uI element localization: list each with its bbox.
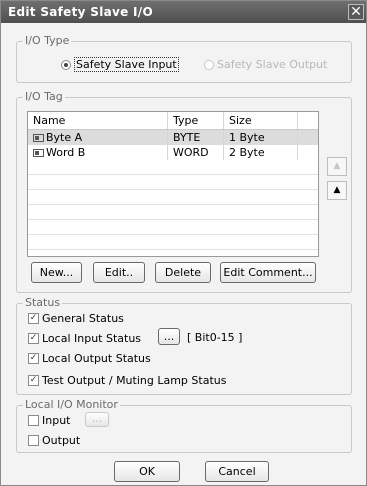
- monitor-output-label: Output: [42, 434, 81, 447]
- monitor-legend: Local I/O Monitor: [23, 398, 120, 411]
- radio-unselected-icon: [204, 59, 214, 70]
- bit-select-button[interactable]: ...: [158, 328, 180, 345]
- local-input-status-checkbox[interactable]: ✓ Local Input Status: [28, 332, 141, 345]
- window-title: Edit Safety Slave I/O: [8, 5, 153, 19]
- check-icon: ✓: [28, 353, 39, 364]
- empty-row: [28, 235, 318, 250]
- empty-row: [28, 160, 318, 175]
- dialog-window: Edit Safety Slave I/O ✕ I/O Type Safety …: [0, 0, 367, 486]
- check-icon: ✓: [28, 333, 39, 344]
- status-legend: Status: [23, 296, 63, 309]
- check-icon: ✓: [28, 375, 39, 386]
- empty-row: [28, 205, 318, 220]
- io-tag-legend: I/O Tag: [23, 90, 65, 103]
- empty-row: [28, 220, 318, 235]
- edit-comment-button[interactable]: Edit Comment...: [220, 262, 316, 283]
- local-output-status-label: Local Output Status: [42, 352, 151, 365]
- delete-button[interactable]: Delete: [155, 262, 211, 283]
- monitor-output-checkbox[interactable]: Output: [28, 434, 80, 447]
- table-row[interactable]: Word B WORD 2 Byte: [28, 145, 318, 160]
- monitor-input-label: Input: [42, 414, 71, 427]
- column-filler: [298, 112, 318, 129]
- radio-safety-slave-output: Safety Slave Output: [204, 58, 327, 71]
- test-output-status-label: Test Output / Muting Lamp Status: [42, 374, 227, 387]
- column-name[interactable]: Name: [28, 112, 168, 129]
- checkbox-empty-icon: [28, 415, 39, 426]
- radio-output-label: Safety Slave Output: [217, 58, 328, 71]
- checkbox-empty-icon: [28, 435, 39, 446]
- general-status-label: General Status: [42, 312, 124, 325]
- io-type-legend: I/O Type: [23, 34, 72, 47]
- test-output-status-checkbox[interactable]: ✓ Test Output / Muting Lamp Status: [28, 374, 226, 387]
- cancel-button[interactable]: Cancel: [205, 461, 269, 482]
- column-type[interactable]: Type: [168, 112, 224, 129]
- ok-button[interactable]: OK: [114, 461, 180, 482]
- tag-icon: [33, 134, 44, 142]
- monitor-input-button: ...: [85, 412, 109, 427]
- radio-selected-icon: [61, 59, 71, 70]
- cell-type: BYTE: [168, 130, 224, 145]
- empty-row: [28, 190, 318, 205]
- cell-size: 1 Byte: [224, 130, 298, 145]
- close-icon[interactable]: ✕: [348, 4, 364, 20]
- table-row[interactable]: Byte A BYTE 1 Byte: [28, 130, 318, 145]
- cell-name: Word B: [28, 145, 168, 160]
- edit-button[interactable]: Edit..: [93, 262, 145, 283]
- cell-filler: [298, 145, 318, 160]
- cell-type: WORD: [168, 145, 224, 160]
- move-up-button: ▲: [327, 157, 347, 176]
- title-bar: Edit Safety Slave I/O: [1, 1, 366, 23]
- cell-filler: [298, 130, 318, 145]
- radio-input-label: Safety Slave Input: [74, 57, 179, 72]
- new-button[interactable]: New...: [31, 262, 82, 283]
- tag-name: Word B: [46, 146, 86, 159]
- io-tag-table[interactable]: Name Type Size Byte A BYTE 1 Byte Word B…: [27, 111, 319, 257]
- table-header: Name Type Size: [28, 112, 318, 130]
- local-output-status-checkbox[interactable]: ✓ Local Output Status: [28, 352, 151, 365]
- cell-name: Byte A: [28, 130, 168, 145]
- general-status-checkbox[interactable]: ✓ General Status: [28, 312, 124, 325]
- empty-row: [28, 175, 318, 190]
- check-icon: ✓: [28, 313, 39, 324]
- column-size[interactable]: Size: [224, 112, 298, 129]
- cell-size: 2 Byte: [224, 145, 298, 160]
- tag-name: Byte A: [46, 131, 83, 144]
- local-input-status-label: Local Input Status: [42, 332, 142, 345]
- bit-range-label: [ Bit0-15 ]: [187, 331, 243, 344]
- monitor-input-checkbox[interactable]: Input: [28, 414, 70, 427]
- tag-icon: [33, 149, 44, 157]
- move-down-button[interactable]: ▲: [327, 181, 347, 200]
- radio-safety-slave-input[interactable]: Safety Slave Input: [61, 57, 179, 72]
